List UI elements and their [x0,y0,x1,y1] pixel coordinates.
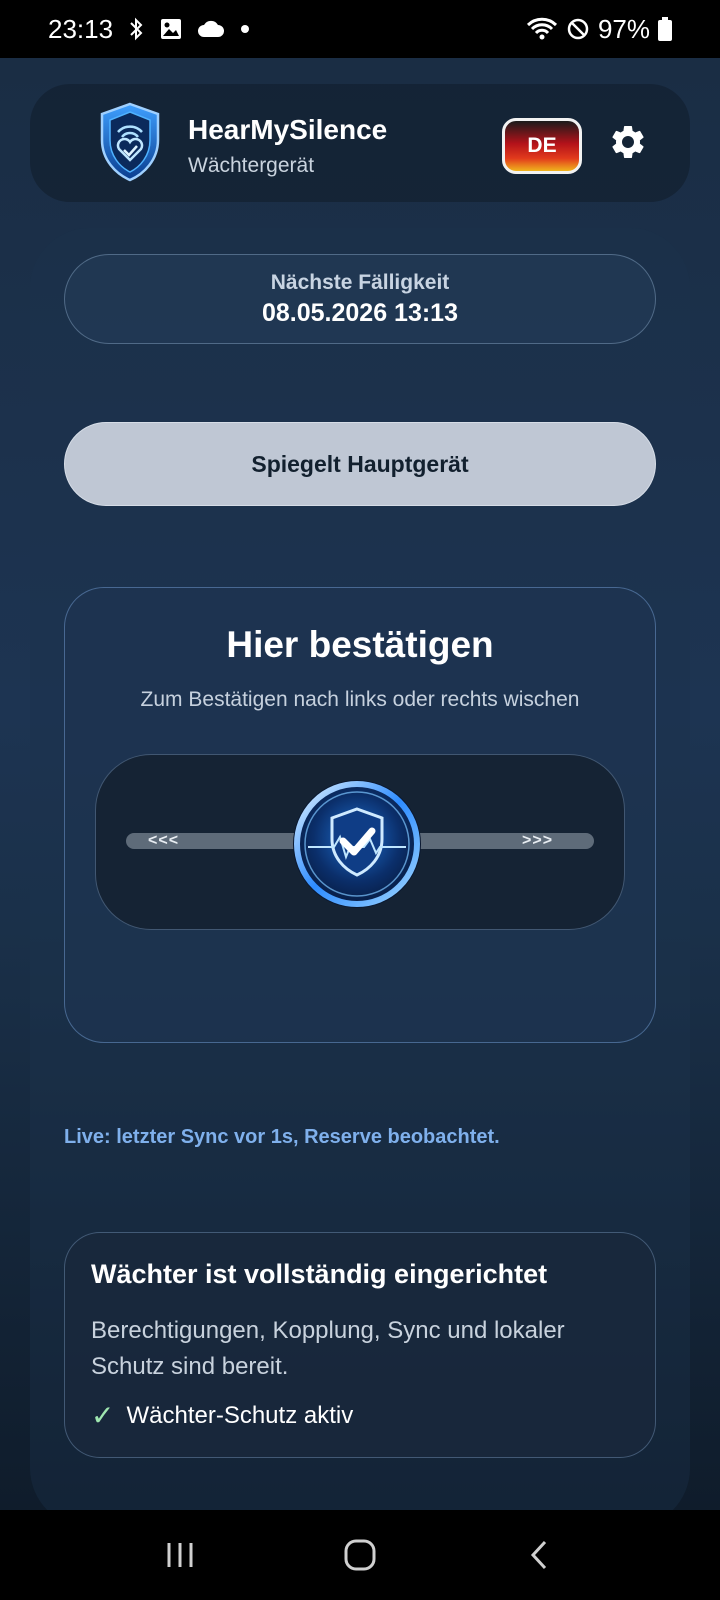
home-icon [344,1539,376,1571]
next-due-box: Nächste Fälligkeit 08.05.2026 13:13 [64,254,656,344]
gear-icon [612,125,644,158]
app-header: HearMySilence Wächtergerät DE [30,84,690,202]
back-button[interactable] [510,1525,570,1585]
wifi-icon [526,16,558,42]
slider-knob[interactable] [290,777,424,911]
status-right: 97% [526,14,672,45]
do-not-disturb-icon [566,17,590,41]
mirror-main-device-button[interactable]: Spiegelt Hauptgerät [64,422,656,506]
navigation-bar [0,1510,720,1600]
shield-heart-logo [98,102,162,182]
language-button[interactable]: DE [502,118,582,174]
app-screen: HearMySilence Wächtergerät DE Nächste Fä… [0,58,720,1510]
guardian-protection-label: Wächter-Schutz aktiv [126,1401,354,1429]
next-due-value: 08.05.2026 13:13 [261,299,458,327]
status-time: 23:13 [48,13,114,44]
battery-percent: 97% [597,13,650,44]
setup-description: Berechtigungen, Kopplung, Sync und lokal… [91,1317,565,1380]
recents-button[interactable] [150,1525,210,1585]
confirm-card: Hier bestätigen Zum Bestätigen nach link… [64,587,656,1043]
arrow-left-label: <<< [148,832,180,849]
confirm-hint: Zum Bestätigen nach links oder rechts wi… [140,688,580,711]
cloud-icon [197,19,225,39]
guardian-protection-status: ✓ Wächter-Schutz aktiv [91,1399,353,1432]
arrow-right-label: >>> [522,832,554,849]
live-sync-status: Live: letzter Sync vor 1s, Reserve beoba… [64,1126,500,1148]
setup-status-card: Wächter ist vollständig eingerichtet Ber… [64,1232,656,1458]
next-due-label: Nächste Fälligkeit [270,271,450,294]
shield-check-icon [293,780,421,908]
app-title: HearMySilence [188,114,388,145]
app-subtitle: Wächtergerät [188,154,315,177]
home-button[interactable] [330,1525,390,1585]
battery-icon [658,17,672,41]
mirror-button-label: Spiegelt Hauptgerät [251,450,469,477]
setup-title: Wächter ist vollständig eingerichtet [91,1259,548,1289]
recents-icon [167,1543,193,1567]
dot-icon [239,23,251,35]
settings-button[interactable] [608,122,648,162]
back-icon [530,1540,547,1570]
bluetooth-icon [127,17,145,41]
image-icon [159,17,183,41]
check-icon: ✓ [91,1400,115,1431]
status-left: 23:13 [48,14,251,45]
status-bar: 23:13 97% [0,0,720,58]
confirm-title: Hier bestätigen [226,624,494,665]
language-label: DE [527,134,557,157]
swipe-slider[interactable]: <<< >>> [95,754,625,930]
